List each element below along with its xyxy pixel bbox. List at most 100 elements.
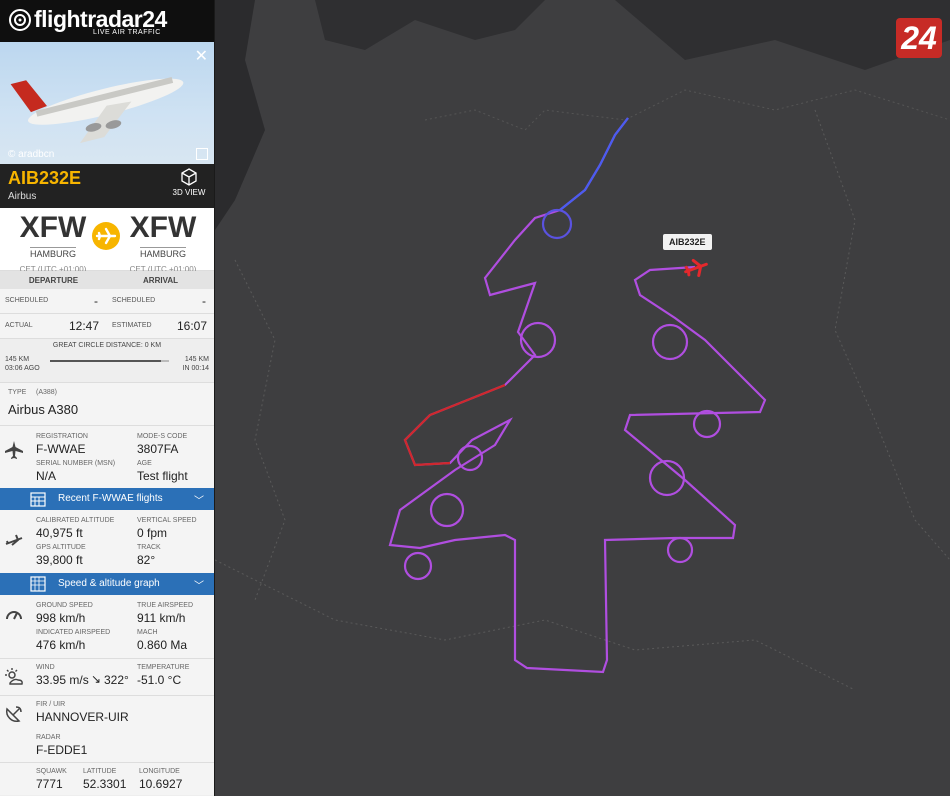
speedometer-icon xyxy=(6,611,22,620)
wind-label: WIND xyxy=(36,664,55,671)
progress-right-in: IN 00:14 xyxy=(182,365,209,372)
flight-sidebar: flightradar24 LIVE AIR TRAFFIC ✕ © aradb… xyxy=(0,0,215,796)
radar-panel: RADAR F-EDDE1 xyxy=(0,729,214,762)
progress-track xyxy=(50,360,169,362)
position-panel: SQUAWK 7771 LATITUDE 52.3301 LONGITUDE 1… xyxy=(0,762,214,795)
cube-icon xyxy=(181,168,197,186)
squawk-label: SQUAWK xyxy=(36,768,67,775)
recent-flights-label: Recent F-WWAE flights xyxy=(58,493,163,504)
tas-value: 911 km/h xyxy=(137,611,186,625)
weather-icon xyxy=(5,668,23,685)
graph-icon xyxy=(30,576,46,592)
plane-icon xyxy=(92,222,120,250)
serial-value: N/A xyxy=(36,469,57,483)
latitude-value: 52.3301 xyxy=(83,777,127,791)
satellite-dish-icon xyxy=(5,706,22,723)
aircraft-photo-image xyxy=(10,76,184,144)
radar-logo-icon xyxy=(9,9,31,31)
cal-alt-value: 40,975 ft xyxy=(36,526,83,540)
ground-speed-value: 998 km/h xyxy=(36,611,86,625)
callsign: AIB232E xyxy=(8,168,82,188)
great-circle-distance: GREAT CIRCLE DISTANCE: 0 KM xyxy=(0,339,214,356)
wind-arrow-icon: ↘ xyxy=(91,672,102,686)
destination-code: XFW xyxy=(129,211,197,244)
temperature-value: -51.0 °C xyxy=(137,673,182,687)
squawk-value: 7771 xyxy=(36,777,63,791)
progress-right-km: 145 KM xyxy=(184,356,209,363)
3d-view-button[interactable]: 3D VIEW xyxy=(172,168,206,197)
times-header: DEPARTURE ARRIVAL xyxy=(0,271,214,289)
3d-view-label: 3D VIEW xyxy=(172,188,206,197)
destination-airport[interactable]: XFW HAMBURG CET (UTC +01:00) xyxy=(118,211,208,275)
registration-label: REGISTRATION xyxy=(36,433,88,440)
radar-label: RADAR xyxy=(36,734,61,741)
scheduled-arr-label: SCHEDULED xyxy=(112,297,156,304)
scheduled-dep-value: - xyxy=(94,294,98,308)
type-name: Airbus A380 xyxy=(8,402,79,417)
type-code: (A388) xyxy=(36,389,58,396)
mach-value: 0.860 Ma xyxy=(137,638,188,652)
serial-label: SERIAL NUMBER (MSN) xyxy=(36,460,116,467)
logo-bar: flightradar24 LIVE AIR TRAFFIC xyxy=(0,0,214,42)
track-label: TRACK xyxy=(137,544,161,551)
fir-panel: FIR / UIR HANNOVER-UIR xyxy=(0,695,214,729)
registration-value[interactable]: F-WWAE xyxy=(36,442,86,456)
brand-tagline: LIVE AIR TRAFFIC xyxy=(93,29,161,36)
tas-label: TRUE AIRSPEED xyxy=(137,602,194,609)
aircraft-details: REGISTRATION F-WWAE MODE-S CODE 3807FA S… xyxy=(0,425,214,488)
plane-climb-icon xyxy=(5,534,23,546)
modes-value: 3807FA xyxy=(137,442,179,456)
calendar-icon xyxy=(30,492,46,507)
estimated-value: 16:07 xyxy=(177,319,208,333)
route-panel: XFW HAMBURG CET (UTC +01:00) XFW HAMBURG… xyxy=(0,208,214,275)
cal-alt-label: CALIBRATED ALTITUDE xyxy=(36,517,115,524)
chevron-down-icon: ﹀ xyxy=(194,496,204,507)
destination-city: HAMBURG xyxy=(139,247,186,259)
progress-left-ago: 03:06 AGO xyxy=(5,365,40,372)
arrival-label: ARRIVAL xyxy=(143,276,178,285)
photo-credit: © aradbcn xyxy=(8,149,55,160)
map-canvas[interactable] xyxy=(215,0,950,796)
airline-name: Airbus xyxy=(8,191,37,202)
graph-button[interactable]: Speed & altitude graph ﹀ xyxy=(0,573,214,595)
expand-icon[interactable] xyxy=(196,148,208,160)
actual-value: 12:47 xyxy=(69,319,100,333)
flight-progress: 145 KM 03:06 AGO 145 KM IN 00:14 xyxy=(0,356,214,382)
estimated-label: ESTIMATED xyxy=(112,322,152,329)
altitude-panel: CALIBRATED ALTITUDE 40,975 ft VERTICAL S… xyxy=(0,510,214,573)
fir-label: FIR / UIR xyxy=(36,701,66,708)
type-label: TYPE xyxy=(8,389,27,396)
callsign-bar: AIB232E Airbus 3D VIEW xyxy=(0,164,214,208)
temperature-label: TEMPERATURE xyxy=(137,664,190,671)
progress-fill xyxy=(50,360,161,362)
ias-label: INDICATED AIRSPEED xyxy=(36,629,111,636)
longitude-value: 10.6927 xyxy=(139,777,183,791)
latitude-label: LATITUDE xyxy=(83,768,117,775)
speed-panel: GROUND SPEED 998 km/h TRUE AIRSPEED 911 … xyxy=(0,595,214,658)
age-label: AGE xyxy=(137,460,152,467)
aircraft-label[interactable]: AIB232E xyxy=(663,234,712,250)
scheduled-row: SCHEDULED - SCHEDULED - xyxy=(0,289,214,314)
aircraft-type: TYPE (A388) Airbus A380 xyxy=(0,382,214,425)
vs-label: VERTICAL SPEED xyxy=(137,517,197,524)
fir-value: HANNOVER-UIR xyxy=(36,710,129,724)
track-value: 82° xyxy=(137,553,156,567)
gps-alt-label: GPS ALTITUDE xyxy=(36,544,86,551)
scheduled-dep-label: SCHEDULED xyxy=(5,297,49,304)
wind-value: 33.95 m/s xyxy=(36,673,89,687)
ias-value: 476 km/h xyxy=(36,638,86,652)
modes-label: MODE-S CODE xyxy=(137,433,188,440)
actual-row: ACTUAL 12:47 ESTIMATED 16:07 xyxy=(0,314,214,339)
chevron-down-icon: ﹀ xyxy=(194,581,204,592)
departure-label: DEPARTURE xyxy=(28,276,79,285)
age-value: Test flight xyxy=(137,469,188,483)
aircraft-photo[interactable]: ✕ © aradbcn xyxy=(0,42,214,164)
recent-flights-button[interactable]: Recent F-WWAE flights ﹀ xyxy=(0,488,214,510)
mach-label: MACH xyxy=(137,629,158,636)
origin-airport[interactable]: XFW HAMBURG CET (UTC +01:00) xyxy=(8,212,98,275)
map-view[interactable]: AIB232E 24 xyxy=(215,0,950,796)
ground-speed-label: GROUND SPEED xyxy=(36,602,93,609)
watermark-logo: 24 xyxy=(896,18,942,58)
close-icon[interactable]: ✕ xyxy=(195,46,208,66)
actual-label: ACTUAL xyxy=(5,322,33,329)
